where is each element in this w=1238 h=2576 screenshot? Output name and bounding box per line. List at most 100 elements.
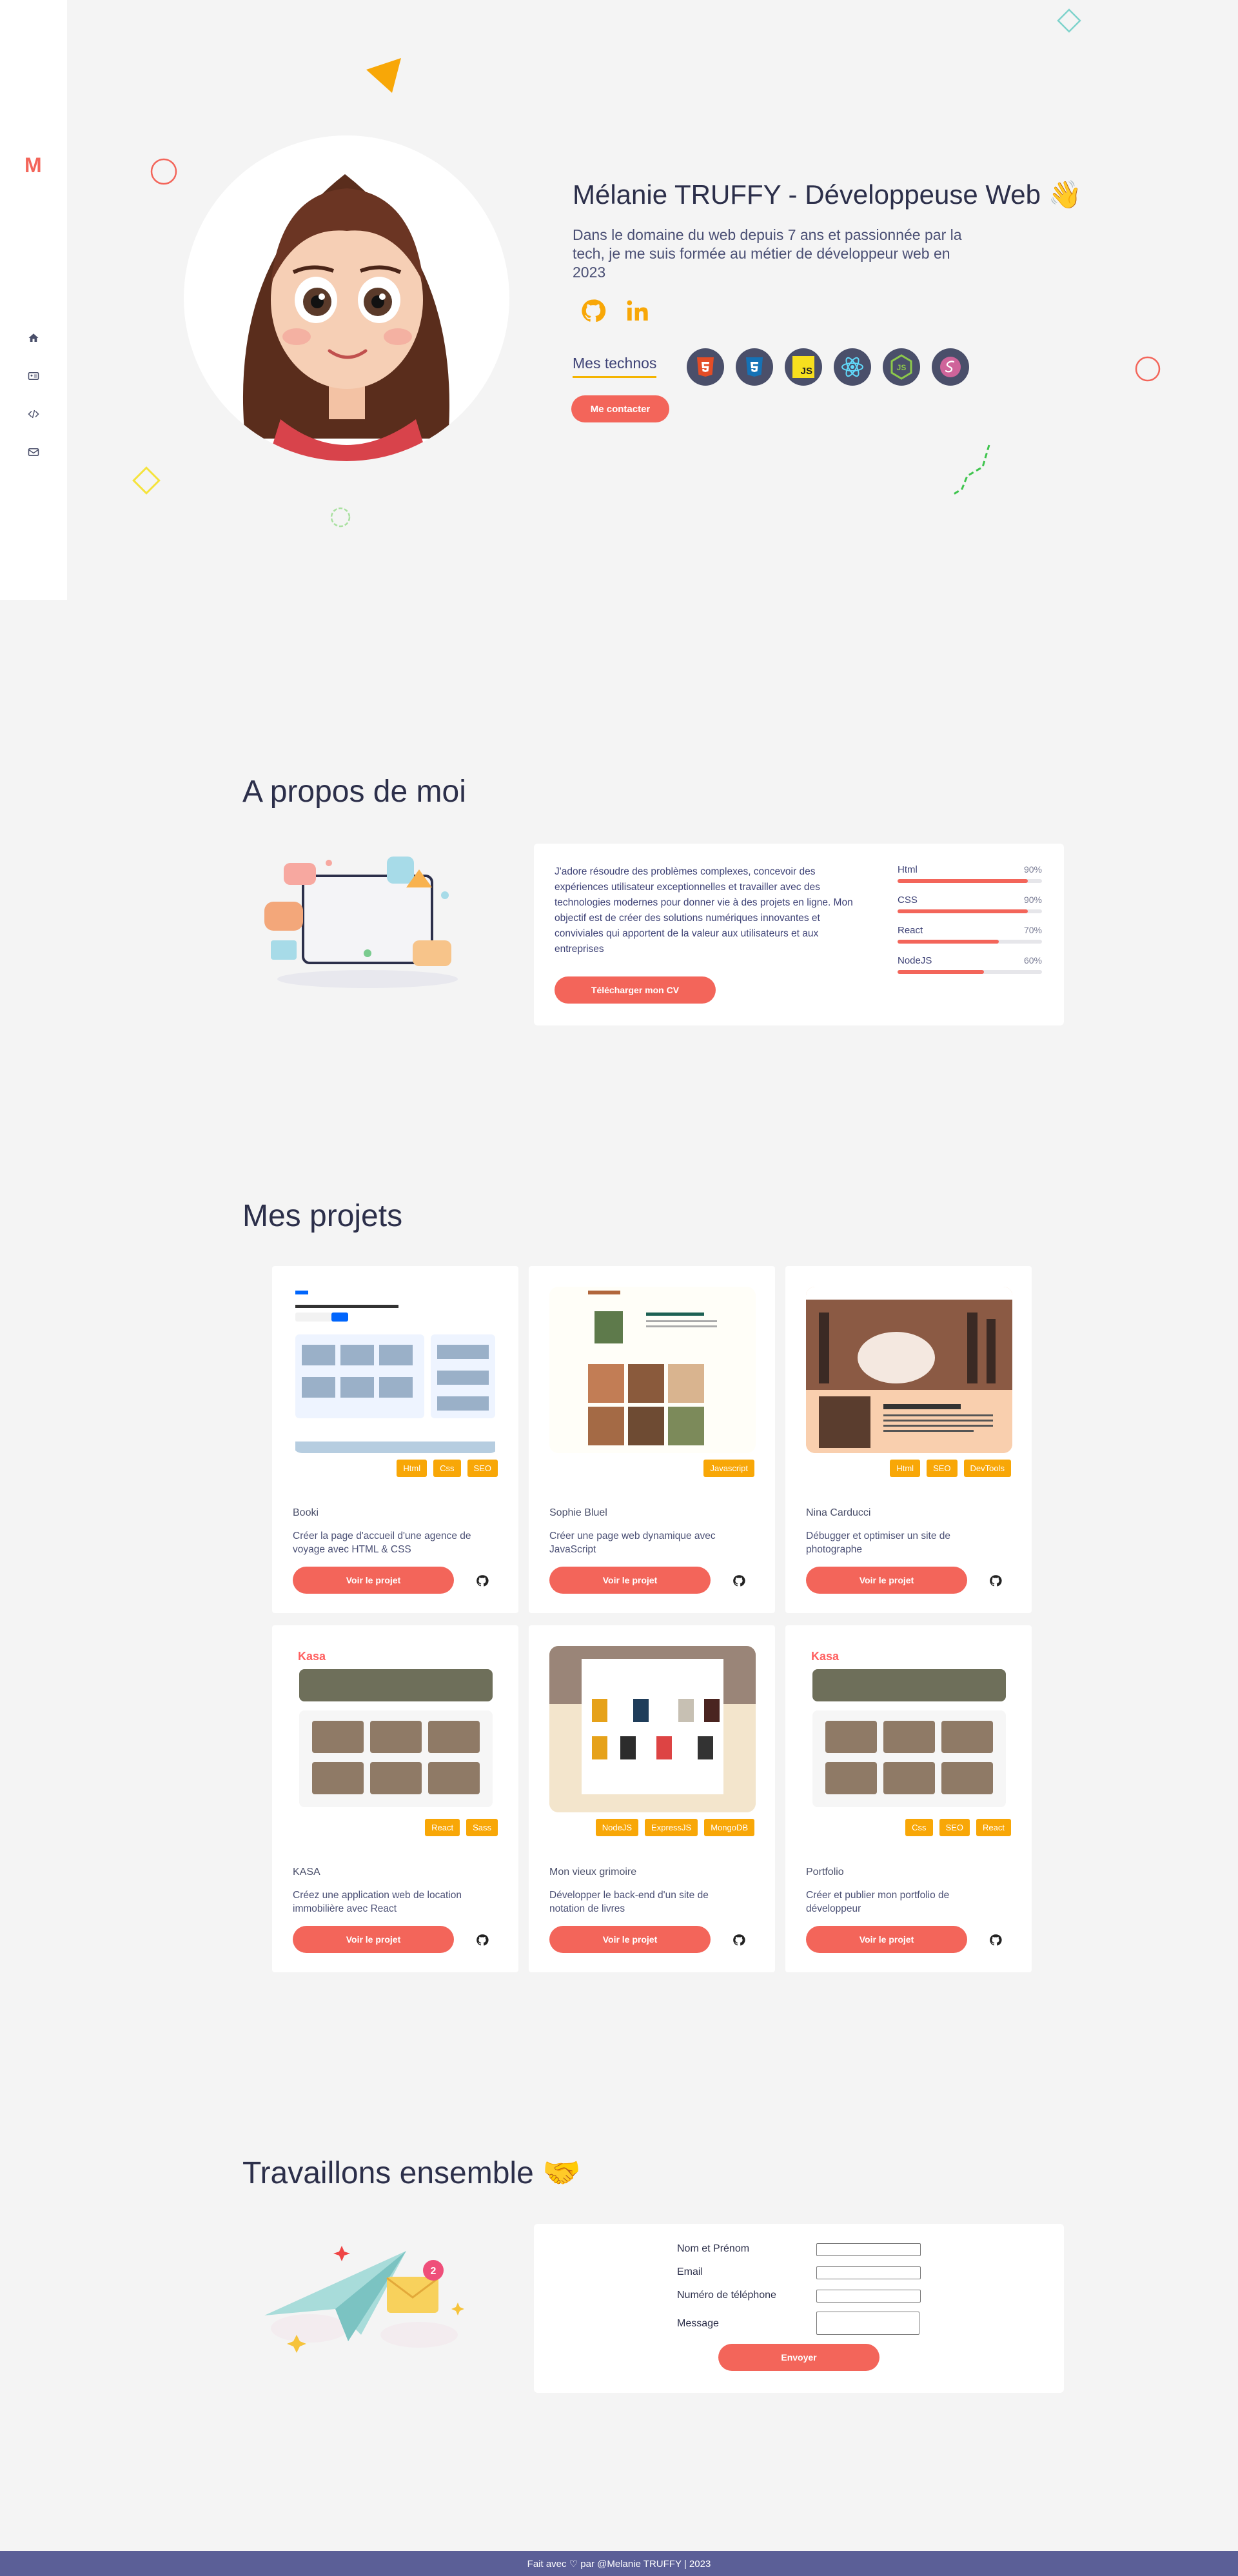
- github-icon[interactable]: [580, 298, 609, 326]
- sass-icon: [932, 348, 969, 386]
- tag: Sass: [466, 1819, 498, 1836]
- project-name: Booki: [293, 1507, 319, 1518]
- tag: React: [976, 1819, 1011, 1836]
- view-project-button[interactable]: Voir le projet: [549, 1926, 711, 1953]
- project-card-mon-vieux-grimoire: NodeJS ExpressJS MongoDB Mon vieux grimo…: [529, 1625, 775, 1972]
- tag: DevTools: [963, 1460, 1011, 1477]
- contact-form: Nom et Prénom Email Numéro de téléphone …: [534, 2224, 1064, 2393]
- svg-text:JS: JS: [897, 363, 907, 372]
- skill-react: React 70%: [898, 925, 1042, 944]
- tag-list: Html SEO DevTools: [890, 1460, 1011, 1477]
- name-field[interactable]: [816, 2243, 921, 2256]
- github-icon[interactable]: [732, 1574, 745, 1587]
- github-icon[interactable]: [989, 1934, 1002, 1947]
- project-thumbnail[interactable]: [293, 1287, 499, 1453]
- project-description: Débugger et optimiser un site de photogr…: [806, 1531, 951, 1555]
- project-card-booki: Html Css SEO Booki Créer la page d'accue…: [272, 1266, 518, 1613]
- javascript-icon: JS: [785, 348, 822, 386]
- wave-emoji-icon: 👋: [1048, 179, 1082, 210]
- square-deco-icon: [132, 466, 161, 495]
- logo[interactable]: M: [25, 154, 42, 177]
- handshake-emoji-icon: 🤝: [542, 2156, 581, 2190]
- react-icon: [834, 348, 871, 386]
- tag-list: NodeJS ExpressJS MongoDB: [595, 1819, 754, 1836]
- send-button[interactable]: Envoyer: [718, 2344, 879, 2371]
- project-card-portfolio: Kasa Css SEO React Portfolio Créer et pu…: [785, 1625, 1032, 1972]
- linkedin-icon[interactable]: [624, 298, 653, 326]
- github-icon[interactable]: [476, 1934, 489, 1947]
- phone-label: Numéro de téléphone: [677, 2290, 776, 2301]
- project-description: Créer une page web dynamique avec JavaSc…: [549, 1531, 716, 1555]
- project-description: Créez une application web de location im…: [293, 1890, 462, 1914]
- github-icon[interactable]: [989, 1574, 1002, 1587]
- css3-icon: [736, 348, 773, 386]
- project-name: Nina Carducci: [806, 1507, 871, 1518]
- view-project-button[interactable]: Voir le projet: [293, 1926, 454, 1953]
- email-field[interactable]: [816, 2266, 921, 2279]
- page-title: Mélanie TRUFFY - Développeuse Web 👋: [573, 179, 1082, 210]
- flower-deco-icon: [330, 507, 351, 528]
- tag-list: React Sass: [425, 1819, 498, 1836]
- code-icon[interactable]: [27, 408, 40, 421]
- tag-list: Css SEO React: [905, 1819, 1011, 1836]
- project-thumbnail[interactable]: Kasa: [293, 1646, 499, 1812]
- project-thumbnail[interactable]: [806, 1287, 1012, 1453]
- download-cv-button[interactable]: Télécharger mon CV: [555, 976, 716, 1004]
- project-name: KASA: [293, 1867, 320, 1878]
- project-name: Portfolio: [806, 1867, 844, 1878]
- project-thumbnail[interactable]: [549, 1646, 756, 1812]
- github-icon[interactable]: [476, 1574, 489, 1587]
- footer-text: Fait avec ♡ par @Melanie TRUFFY | 2023: [527, 2558, 711, 2570]
- html5-icon: [687, 348, 724, 386]
- avatar: [184, 135, 509, 461]
- phone-field[interactable]: [816, 2290, 921, 2303]
- message-label: Message: [677, 2318, 719, 2329]
- skill-html: Html 90%: [898, 864, 1042, 883]
- svg-text:2: 2: [431, 2266, 437, 2277]
- paper-plane-illustration-icon: 2: [264, 2246, 464, 2353]
- project-name: Mon vieux grimoire: [549, 1867, 637, 1878]
- tag: React: [425, 1819, 460, 1836]
- communication-illustration-icon: [264, 857, 458, 988]
- view-project-button[interactable]: Voir le projet: [806, 1926, 967, 1953]
- nodejs-icon: JS: [883, 348, 920, 386]
- project-card-sophie-bluel: Javascript Sophie Bluel Créer une page w…: [529, 1266, 775, 1613]
- github-icon[interactable]: [732, 1934, 745, 1947]
- tag: SEO: [927, 1460, 958, 1477]
- circle-deco-icon: [150, 158, 177, 185]
- footer: Fait avec ♡ par @Melanie TRUFFY | 2023: [0, 2551, 1238, 2576]
- tag: Javascript: [703, 1460, 754, 1477]
- svg-text:Kasa: Kasa: [811, 1650, 840, 1663]
- project-description: Développer le back-end d'un site de nota…: [549, 1890, 709, 1914]
- tag-list: Javascript: [703, 1460, 754, 1477]
- square-deco-icon: [1057, 8, 1081, 33]
- about-text: J'adore résoudre des problèmes complexes…: [555, 866, 853, 955]
- tag: NodeJS: [595, 1819, 639, 1836]
- project-thumbnail[interactable]: Kasa: [806, 1646, 1012, 1812]
- tag: Html: [890, 1460, 921, 1477]
- view-project-button[interactable]: Voir le projet: [293, 1567, 454, 1594]
- project-description: Créer et publier mon portfolio de dévelo…: [806, 1890, 950, 1914]
- envelope-icon[interactable]: [27, 446, 40, 459]
- sidebar: M: [0, 0, 67, 600]
- tag: MongoDB: [704, 1819, 754, 1836]
- projects-title: Mes projets: [242, 1199, 403, 1233]
- skill-css: CSS 90%: [898, 895, 1042, 913]
- name-label: Nom et Prénom: [677, 2243, 750, 2254]
- id-card-icon[interactable]: [27, 370, 40, 382]
- tag: ExpressJS: [645, 1819, 698, 1836]
- tag: SEO: [939, 1819, 970, 1836]
- circle-deco-icon: [1135, 356, 1161, 382]
- email-label: Email: [677, 2266, 703, 2277]
- view-project-button[interactable]: Voir le projet: [549, 1567, 711, 1594]
- home-icon[interactable]: [27, 332, 40, 344]
- view-project-button[interactable]: Voir le projet: [806, 1567, 967, 1594]
- project-name: Sophie Bluel: [549, 1507, 607, 1518]
- tech-label: Mes technos: [573, 355, 657, 378]
- contact-button[interactable]: Me contacter: [571, 395, 669, 422]
- message-field[interactable]: [816, 2312, 919, 2335]
- tag: SEO: [467, 1460, 498, 1477]
- project-thumbnail[interactable]: [549, 1287, 756, 1453]
- project-card-kasa: Kasa React Sass KASA Créez une applicati…: [272, 1625, 518, 1972]
- skill-nodejs: NodeJS 60%: [898, 955, 1042, 974]
